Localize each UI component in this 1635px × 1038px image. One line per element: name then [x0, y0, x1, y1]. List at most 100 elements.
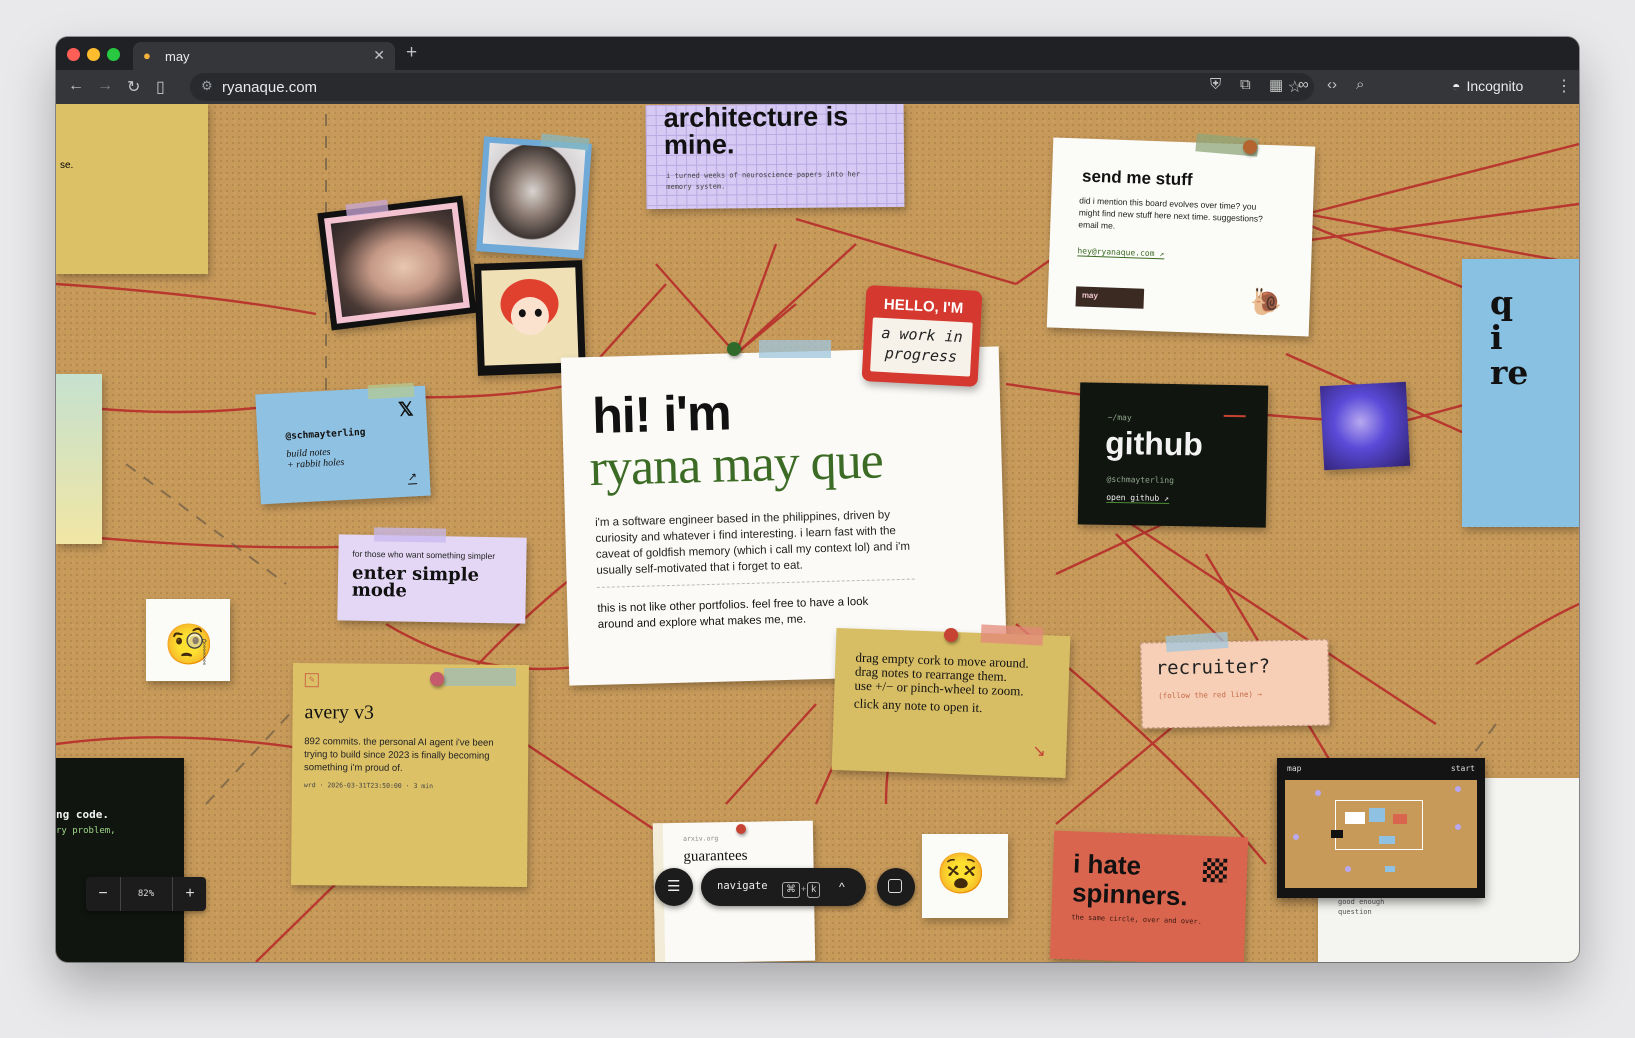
split-view-icon[interactable]: ▯	[156, 77, 165, 97]
architecture-heading: architecture is mine.	[663, 104, 849, 160]
zoom-out-button[interactable]: −	[86, 877, 121, 911]
pin	[1243, 140, 1257, 154]
cork-board[interactable]: se. architecture is mine. i turned weeks…	[56, 104, 1579, 962]
x-logo-icon: 𝕏	[397, 399, 415, 422]
hello-sticker-line2: progress	[884, 344, 958, 366]
note-partial-pastel[interactable]	[56, 374, 102, 544]
photo-selfie[interactable]	[476, 136, 592, 259]
recruiter-subtitle: (follow the red line) →	[1158, 689, 1263, 701]
browser-window: ● may ✕ + ← → ↻ ▯ ⚙ ryanaque.com ☆ ⛨ ⧉ ▦…	[56, 37, 1579, 962]
partial-br-line2: question	[1338, 908, 1372, 916]
sendstuff-badge: may	[1075, 286, 1145, 309]
note-drag-instructions[interactable]: drag empty cork to move around. drag not…	[831, 627, 1071, 779]
hello-sticker-body: a work in progress	[870, 317, 973, 377]
partial-right-line3: re	[1490, 353, 1529, 392]
photo-avatar[interactable]	[1319, 381, 1411, 471]
frame-icon	[888, 879, 902, 893]
fit-view-button[interactable]	[877, 868, 915, 906]
note-spinners[interactable]: i hate spinners. the same circle, over a…	[1049, 830, 1249, 962]
twitter-handle: @schmayterling	[285, 426, 366, 442]
close-window-button[interactable]	[67, 48, 80, 61]
extensions-icon[interactable]: ⧉	[1240, 76, 1251, 93]
spinners-subtitle: the same circle, over and over.	[1071, 913, 1202, 926]
note-avery[interactable]: ✎ avery v3 892 commits. the personal AI …	[291, 662, 529, 888]
maximize-window-button[interactable]	[107, 48, 120, 61]
close-tab-icon[interactable]: ✕	[373, 47, 385, 64]
search-page-icon[interactable]: ⌕	[1356, 76, 1364, 93]
note-partial-left[interactable]: se.	[56, 104, 208, 274]
hello-sticker-line1: a work in	[880, 323, 964, 347]
simple-mode-line2[interactable]: mode	[352, 580, 407, 602]
sendstuff-email-link[interactable]: hey@ryanaque.com ↗	[1077, 246, 1165, 260]
tape	[980, 624, 1044, 646]
partial-br-line1: good enough	[1338, 898, 1385, 906]
hero-explore-text: this is not like other portfolios. feel …	[597, 595, 869, 631]
incognito-indicator[interactable]: ◓ Incognito	[1452, 78, 1529, 94]
code-icon[interactable]: ‹›	[1327, 76, 1337, 93]
hero-divider	[596, 578, 915, 588]
navigate-label: navigate	[717, 880, 768, 892]
note-simple-mode[interactable]: for those who want something simpler ent…	[337, 534, 527, 624]
partial-right-line1: q	[1490, 283, 1514, 322]
guarantees-source: arxiv.org	[682, 834, 719, 843]
tab-may[interactable]: ● may ✕	[133, 42, 395, 70]
menu-icon[interactable]: ⋮	[1556, 76, 1572, 96]
twitter-open-arrow[interactable]: ↗	[407, 470, 418, 485]
code-line2: ry problem,	[56, 826, 116, 836]
zoom-in-button[interactable]: +	[172, 877, 207, 911]
tape	[759, 340, 831, 358]
pin	[944, 628, 958, 642]
kbd-plus: +	[801, 884, 807, 894]
kbd-cmd: ⌘	[782, 882, 800, 898]
menu-button[interactable]: ☰	[655, 868, 693, 906]
forward-icon[interactable]: →	[97, 77, 113, 95]
dancing-emoji-icon: 😵	[936, 852, 986, 896]
github-handle: @schmayterling	[1106, 474, 1175, 486]
hello-sticker-title: HELLO, I'M	[883, 295, 964, 318]
note-twitter[interactable]: 𝕏 @schmayterling build notes + rabbit ho…	[255, 385, 431, 505]
kbd-k: k	[807, 882, 821, 898]
pin	[727, 342, 741, 356]
navigate-shortcut: ⌘ + k	[781, 879, 821, 898]
note-code[interactable]: ng code. ry problem,	[56, 758, 184, 962]
github-title: github	[1104, 424, 1204, 463]
navigate-button[interactable]: navigate ⌘ + k ^	[701, 868, 866, 906]
note-send-me-stuff[interactable]: send me stuff did i mention this board e…	[1046, 137, 1316, 337]
photo-anime-image	[481, 267, 579, 366]
minimize-window-button[interactable]	[87, 48, 100, 61]
emoji-dancing-card[interactable]: 😵	[922, 834, 1008, 918]
note-recruiter[interactable]: recruiter? (follow the red line) →	[1140, 639, 1330, 729]
link-icon[interactable]: ∞	[1298, 76, 1309, 93]
hello-sticker[interactable]: HELLO, I'M a work in progress	[861, 285, 983, 387]
minimap[interactable]: map start	[1277, 758, 1485, 898]
minimap-start-button[interactable]: start	[1451, 764, 1475, 773]
reload-icon[interactable]: ↻	[127, 77, 140, 97]
photo-glasses[interactable]	[317, 195, 477, 331]
avery-meta: wrd · 2026-03-31T23:50:00 · 3 min	[303, 781, 434, 791]
shield-icon[interactable]: ⛨	[1210, 76, 1221, 93]
note-partial-right[interactable]: q i re	[1462, 259, 1579, 527]
note-architecture[interactable]: architecture is mine. i turned weeks of …	[645, 104, 905, 210]
site-settings-icon[interactable]: ⚙	[201, 78, 213, 94]
incognito-label: Incognito	[1466, 78, 1524, 94]
architecture-body: i turned weeks of neuroscience papers in…	[666, 170, 861, 191]
back-icon[interactable]: ←	[68, 77, 84, 95]
twitter-sub2: + rabbit holes	[286, 456, 345, 471]
emoji-thinking-card[interactable]: 🧐	[146, 599, 230, 681]
tab-strip: ● may ✕ +	[56, 37, 1579, 70]
favicon-icon: ●	[143, 48, 151, 63]
checker-icon	[1202, 857, 1228, 883]
avery-edit-icon: ✎	[304, 673, 319, 688]
incognito-icon: ◓	[1452, 78, 1461, 94]
address-bar[interactable]: ⚙ ryanaque.com ☆	[190, 73, 1314, 101]
new-tab-button[interactable]: +	[406, 42, 417, 64]
github-red-mark	[1223, 414, 1246, 418]
chevron-up-icon[interactable]: ^	[839, 880, 845, 894]
hero-intro: i'm a software engineer based in the phi…	[594, 509, 911, 577]
note-github[interactable]: ~/may github @schmayterling open github …	[1077, 382, 1269, 528]
sendstuff-body: did i mention this board evolves over ti…	[1078, 195, 1263, 231]
hero-name: ryana may que	[588, 432, 884, 498]
tape	[373, 527, 447, 543]
qr-icon[interactable]: ▦	[1269, 76, 1283, 94]
github-open-link[interactable]: open github ↗	[1106, 492, 1169, 504]
